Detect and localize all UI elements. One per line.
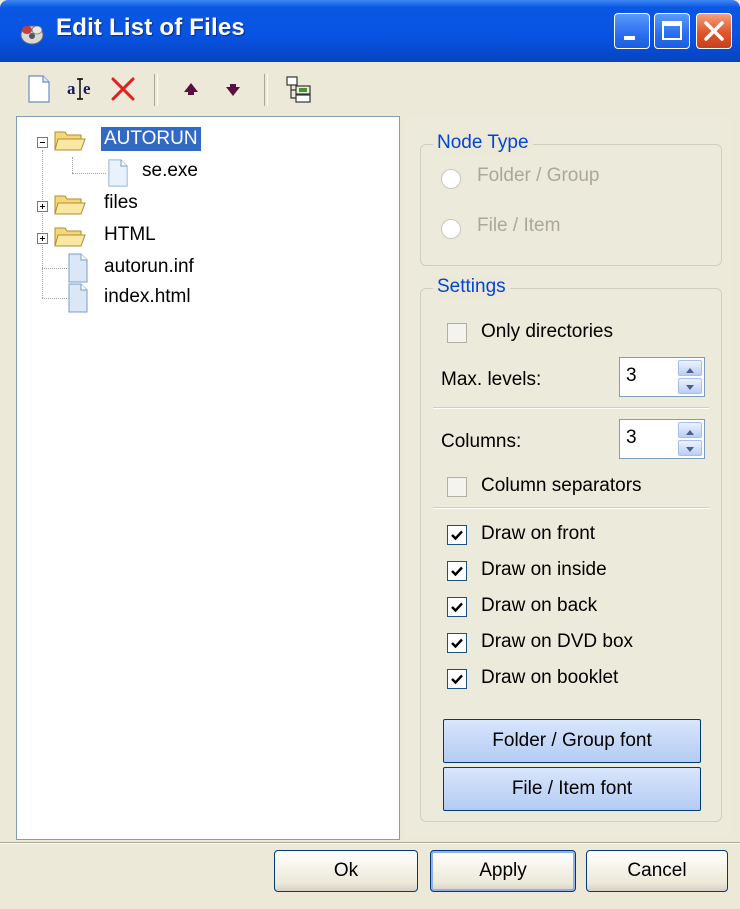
spin-down-icon [686,447,694,452]
delete-icon[interactable] [108,74,138,104]
maximize-button[interactable] [654,13,690,49]
spin-up-button[interactable] [678,360,702,376]
column-separators-label: Column separators [481,475,642,496]
draw-on-inside-label: Draw on inside [481,559,607,580]
toolbar: a e [8,64,732,114]
apply-button[interactable]: Apply [430,850,576,892]
folder-group-label: Folder / Group [477,165,600,186]
toolbar-separator [154,74,158,106]
close-icon [704,21,724,41]
settings-title: Settings [433,276,510,298]
columns-spinner[interactable]: 3 [619,419,705,459]
draw-on-back-checkbox[interactable] [447,597,467,617]
tree-item-autorun-inf[interactable]: autorun.inf [17,253,397,283]
max-levels-spinner[interactable]: 3 [619,357,705,397]
minimize-icon [624,36,635,40]
check-icon [451,566,463,577]
folder-icon [54,227,86,247]
app-icon [20,25,44,45]
folder-group-font-button[interactable]: Folder / Group font [443,719,701,763]
columns-label: Columns: [441,431,522,452]
svg-text:a: a [67,79,76,98]
spin-up-icon [686,430,694,435]
tree-item-files[interactable]: files [17,189,397,219]
collapse-icon[interactable] [37,137,48,148]
settings-divider [433,407,709,409]
tree-item-label: files [104,192,138,213]
node-type-group: Node Type Folder / Group File / Item [420,132,722,266]
max-levels-value: 3 [626,365,637,386]
folder-group-radio[interactable] [441,169,461,189]
only-directories-checkbox[interactable] [447,323,467,343]
bottom-separator [0,842,740,844]
check-icon [451,602,463,613]
draw-on-dvd-box-label: Draw on DVD box [481,631,634,652]
draw-on-front-label: Draw on front [481,523,596,544]
file-item-font-button[interactable]: File / Item font [443,767,701,811]
cancel-button[interactable]: Cancel [586,850,728,892]
tree-item-label: autorun.inf [104,256,194,277]
check-icon [451,674,463,685]
check-icon [451,530,463,541]
draw-on-front-checkbox[interactable] [447,525,467,545]
folder-icon [54,195,86,215]
file-item-label: File / Item [477,215,561,236]
file-tree[interactable]: AUTORUN se.exe files HTML autorun.inf in… [16,116,400,840]
maximize-icon [662,21,682,40]
tree-item-label: AUTORUN [101,127,201,151]
new-item-icon[interactable] [24,74,54,104]
check-icon [451,638,463,649]
tree-item-se-exe[interactable]: se.exe [17,157,397,187]
folder-open-icon [54,131,86,151]
edit-list-of-files-dialog: Edit List of Files a e AUTORUN se.exe fi… [0,0,740,909]
tree-item-index-html[interactable]: index.html [17,283,397,313]
minimize-button[interactable] [614,13,650,49]
file-icon [68,253,88,283]
column-separators-checkbox[interactable] [447,477,467,497]
draw-on-back-label: Draw on back [481,595,598,616]
spin-down-button[interactable] [678,440,702,456]
move-up-icon[interactable] [176,74,206,104]
tree-item-autorun[interactable]: AUTORUN [17,125,397,155]
draw-on-booklet-label: Draw on booklet [481,667,619,688]
window-title: Edit List of Files [56,14,245,41]
file-icon [68,283,88,313]
toolbar-separator [264,74,268,106]
rename-icon[interactable]: a e [66,74,96,104]
settings-divider [433,507,709,509]
svg-text:e: e [83,79,91,98]
tree-item-html[interactable]: HTML [17,221,397,251]
only-directories-label: Only directories [481,321,613,342]
node-type-title: Node Type [433,132,533,154]
tree-item-label: se.exe [142,160,198,181]
spin-up-button[interactable] [678,422,702,438]
file-icon [108,159,128,187]
draw-on-booklet-checkbox[interactable] [447,669,467,689]
max-levels-label: Max. levels: [441,369,542,390]
tree-item-label: HTML [104,224,156,245]
spin-up-icon [686,368,694,373]
tree-item-label: index.html [104,286,191,307]
move-down-icon[interactable] [218,74,248,104]
tree-view-icon[interactable] [284,74,314,104]
ok-button[interactable]: Ok [274,850,418,892]
draw-on-dvd-box-checkbox[interactable] [447,633,467,653]
expand-icon[interactable] [37,233,48,244]
spin-down-icon [686,385,694,390]
title-bar[interactable]: Edit List of Files [0,0,740,62]
file-item-radio[interactable] [441,219,461,239]
expand-icon[interactable] [37,201,48,212]
columns-value: 3 [626,427,637,448]
draw-on-inside-checkbox[interactable] [447,561,467,581]
settings-group: Settings Only directories Max. levels: 3… [420,276,722,822]
spin-down-button[interactable] [678,378,702,394]
close-button[interactable] [696,13,732,49]
